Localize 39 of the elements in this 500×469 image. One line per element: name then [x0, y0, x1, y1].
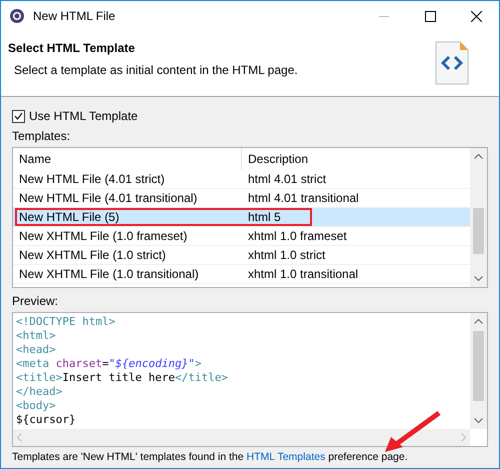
- code-line: <body>: [16, 399, 57, 413]
- footer-note: Templates are 'New HTML' templates found in the HTML Templates preference page.: [12, 451, 409, 464]
- checkmark-icon: [14, 112, 23, 120]
- code-line: ${cursor}: [16, 413, 77, 427]
- scroll-thumb[interactable]: [473, 208, 484, 254]
- table-cell-text: html 5: [247, 210, 282, 224]
- table-cell-text: New HTML File (4.01 transitional): [18, 190, 198, 207]
- code-line: <head>: [16, 343, 57, 357]
- table-cell-text: New XHTML File (1.0 transitional): [18, 266, 200, 283]
- code-line: <title>Insert title here</title>: [16, 371, 229, 385]
- code-line: <meta charset="${encoding}">: [16, 357, 202, 371]
- table-cell-text: html 4.01 strict: [247, 171, 328, 188]
- table-cell-text: New HTML File (5): [18, 210, 120, 224]
- table-cell-text: xhtml 1.0 frameset: [247, 228, 348, 245]
- header-description: Select a template as initial content in the HTML page.: [14, 63, 299, 77]
- table-row[interactable]: New HTML File (5) html 5: [13, 208, 470, 227]
- table-cell-text: xhtml 1.0 transitional: [247, 266, 360, 283]
- html-templates-link[interactable]: HTML Templates: [246, 451, 326, 463]
- code-line: <!DOCTYPE html>: [16, 315, 116, 329]
- window-title: New HTML File: [33, 9, 116, 23]
- table-cell-text: New XHTML File (1.0 strict): [18, 247, 167, 264]
- checkbox-label: Use HTML Template: [29, 109, 138, 123]
- scrollbar[interactable]: [470, 148, 487, 287]
- scrollbar[interactable]: [470, 313, 487, 429]
- code-line: <html>: [16, 329, 57, 343]
- code-file-icon: [435, 41, 469, 85]
- table-cell-text: html 4.01 transitional: [247, 190, 360, 207]
- table-cell-text: New XHTML File (1.0 frameset): [18, 228, 188, 245]
- column-header[interactable]: Description: [242, 148, 470, 170]
- use-template-checkbox[interactable]: [12, 110, 25, 122]
- maximize-icon: [424, 10, 436, 22]
- header-title: Select HTML Template: [8, 41, 136, 55]
- scroll-thumb[interactable]: [473, 331, 484, 401]
- table-cell-text: xhtml 1.0 strict: [247, 247, 326, 264]
- code-line: </head>: [16, 385, 64, 399]
- close-icon: [470, 10, 482, 22]
- preview-label: Preview:: [12, 294, 60, 308]
- table-cell-text: New HTML File (4.01 strict): [18, 171, 166, 188]
- templates-label: Templates:: [12, 129, 72, 143]
